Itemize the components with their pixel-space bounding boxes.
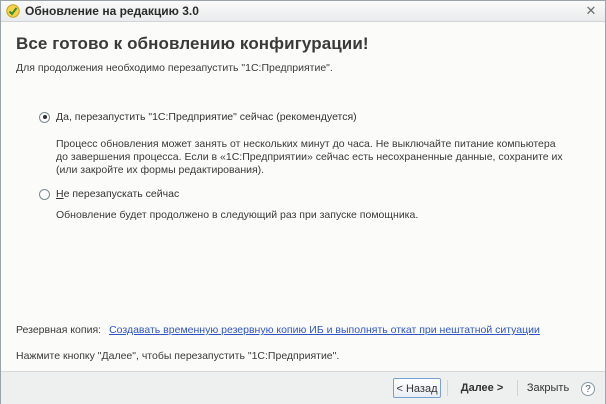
description-line: Обновление будет продолжено в следующий …	[56, 209, 419, 221]
wizard-content: Все готово к обновлению конфигурации! Дл…	[1, 22, 605, 370]
window-title: Обновление на редакцию 3.0	[25, 4, 199, 18]
button-divider	[517, 380, 518, 396]
page-title: Все готово к обновлению конфигурации!	[16, 34, 369, 53]
wizard-footer: < Назад Далее > Закрыть ?	[1, 371, 605, 404]
radio-restart-later[interactable]	[39, 188, 50, 200]
option-restart-now-description: Процесс обновления может занять от неско…	[56, 138, 563, 177]
description-line: (или закройте их формы редактирования).	[56, 164, 265, 176]
backup-label: Резервная копия:	[16, 324, 102, 336]
description-line: до завершения процесса. Если в «1С:Предп…	[56, 151, 563, 163]
option-restart-now[interactable]: Да, перезапустить "1С:Предприятие" сейча…	[39, 111, 357, 123]
help-icon[interactable]: ?	[581, 382, 595, 396]
option-restart-later[interactable]: Не перезапускать сейчас	[39, 188, 179, 200]
option-restart-now-label: Да, перезапустить "1С:Предприятие" сейча…	[56, 111, 357, 123]
option-restart-later-label: Не перезапускать сейчас	[56, 188, 180, 200]
next-button[interactable]: Далее >	[453, 378, 511, 398]
update-wizard-window: Обновление на редакцию 3.0 ✕ Все готово …	[0, 0, 606, 404]
page-subtitle: Для продолжения необходимо перезапустить…	[16, 62, 333, 74]
next-hint: Нажмите кнопку "Далее", чтобы перезапуст…	[16, 350, 340, 362]
backup-row: Резервная копия: Создавать временную резе…	[16, 324, 540, 336]
button-divider	[447, 380, 448, 396]
radio-restart-now[interactable]	[39, 111, 50, 123]
backup-settings-link[interactable]: Создавать временную резервную копию ИБ и…	[109, 324, 540, 336]
title-bar: Обновление на редакцию 3.0 ✕	[1, 1, 605, 22]
close-icon[interactable]: ✕	[583, 3, 599, 19]
option-restart-later-description: Обновление будет продолжено в следующий …	[56, 209, 418, 222]
description-line: Процесс обновления может занять от неско…	[56, 138, 556, 150]
1c-app-icon	[6, 4, 20, 18]
back-button[interactable]: < Назад	[393, 378, 441, 398]
close-button[interactable]: Закрыть	[523, 378, 573, 398]
